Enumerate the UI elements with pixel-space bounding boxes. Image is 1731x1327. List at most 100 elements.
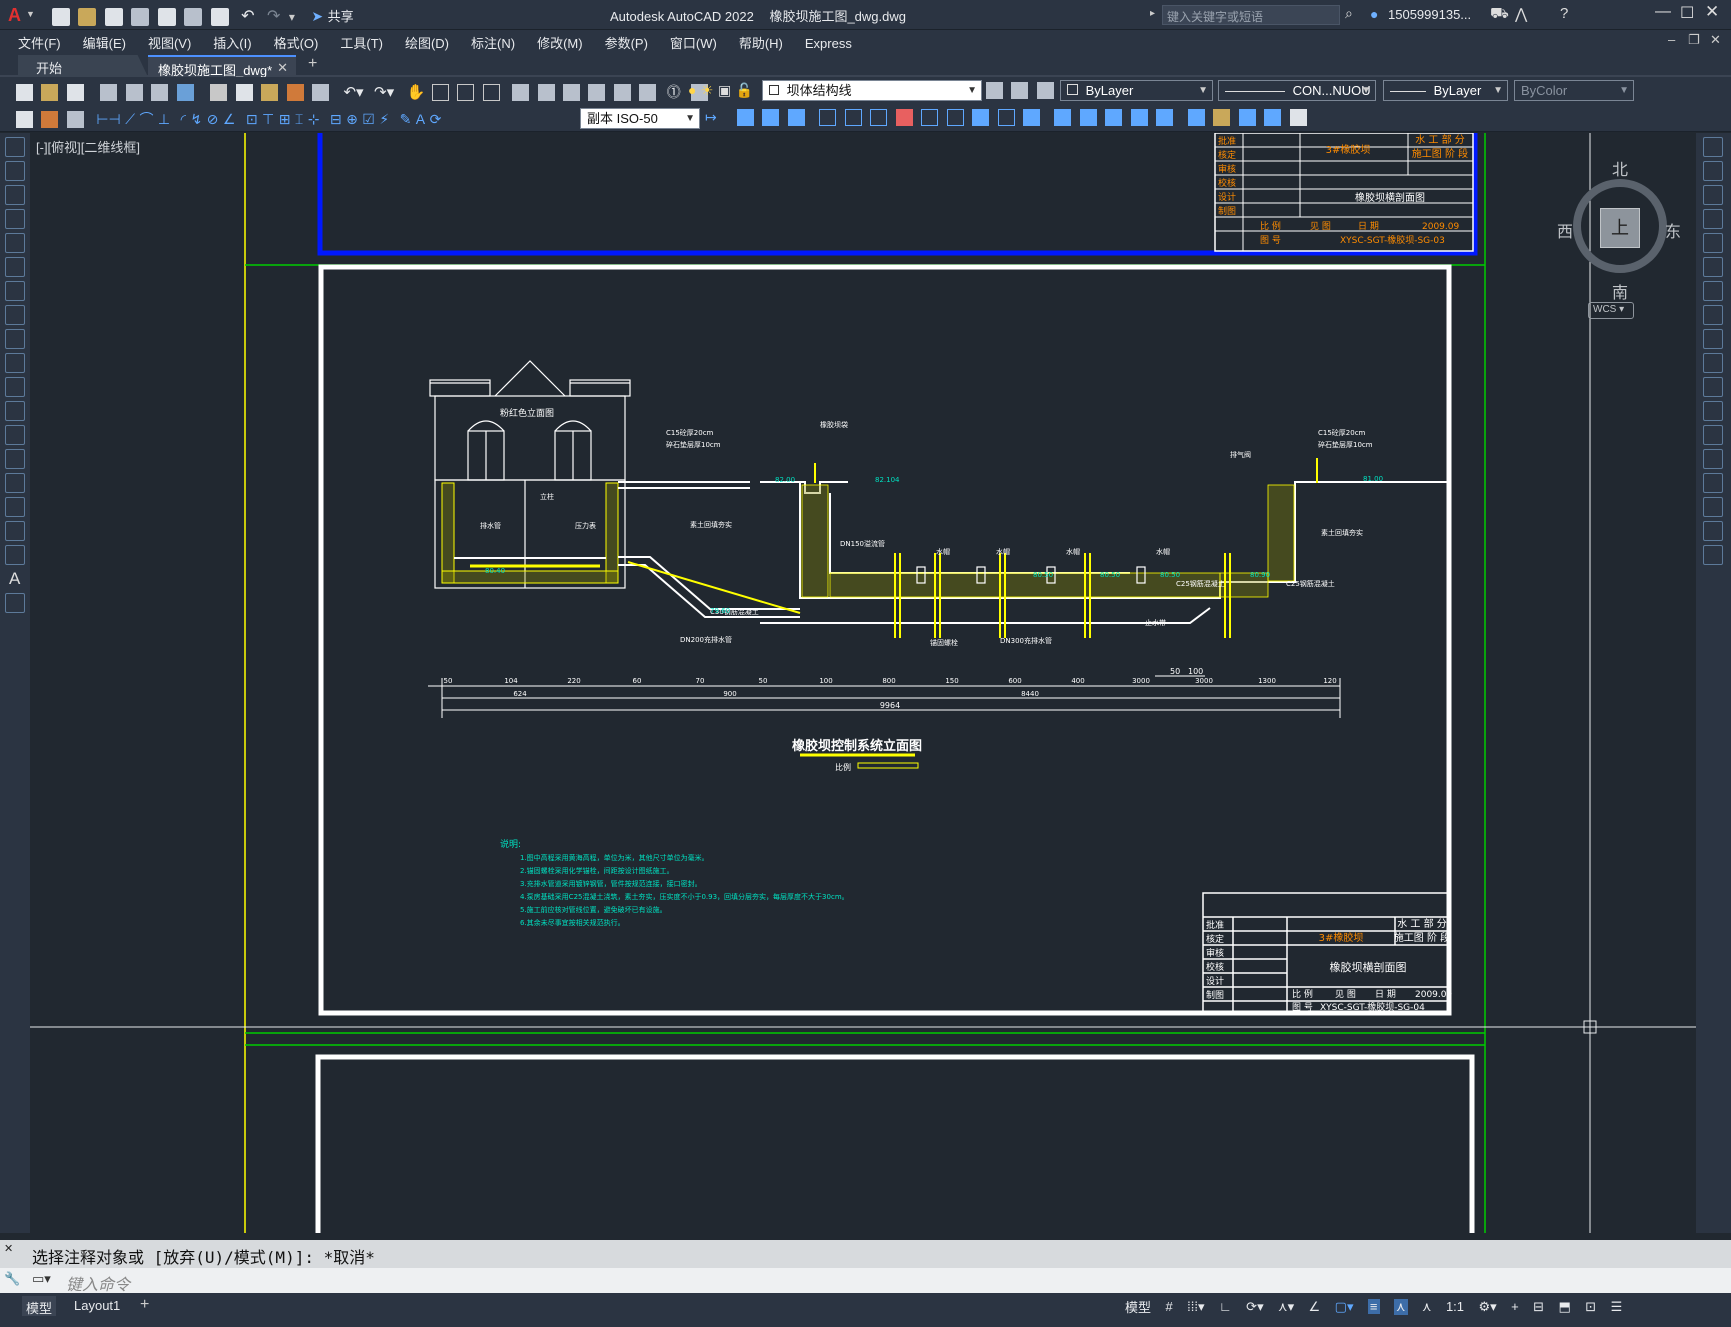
search-input[interactable]: 键入关键字或短语: [1162, 5, 1340, 25]
linetype-dropdown[interactable]: CON...NUOU ▼: [1218, 80, 1376, 101]
side-break-point-icon[interactable]: [1703, 401, 1723, 421]
doc-minimize-icon[interactable]: –: [1668, 32, 1675, 47]
user-name[interactable]: 1505999135...: [1388, 7, 1471, 22]
3dprint-icon[interactable]: [176, 84, 194, 102]
user-icon[interactable]: ●: [1370, 6, 1378, 22]
hatch-icon[interactable]: [5, 473, 25, 493]
lineweight-toggle-icon[interactable]: ≡: [1367, 1299, 1380, 1314]
annotation-scale[interactable]: 1:1: [1446, 1299, 1464, 1314]
menu-item[interactable]: 窗口(W): [670, 33, 717, 52]
multiline-text-icon[interactable]: A: [9, 569, 21, 589]
viewcube-top-face[interactable]: 上: [1600, 208, 1640, 248]
offset-icon[interactable]: [819, 109, 837, 127]
mirror-icon[interactable]: [787, 109, 805, 127]
ellipse-icon[interactable]: [5, 353, 25, 373]
drawing-canvas[interactable]: [-][俯视][二维线框] 批准 核定 审核 校核 设计 制图 3#橡胶坝 水 工 部 分: [30, 133, 1696, 1233]
zoom-window-icon[interactable]: [457, 84, 475, 102]
revcloud-icon[interactable]: [5, 305, 25, 325]
qsave-icon[interactable]: [66, 84, 84, 102]
menu-item[interactable]: 帮助(H): [739, 33, 783, 52]
plotstyle-dropdown[interactable]: ByColor ▼: [1514, 80, 1634, 101]
ellipse-arc-icon[interactable]: [5, 377, 25, 397]
dim-break-icon[interactable]: ⊹: [308, 111, 320, 127]
tab-layout1[interactable]: Layout1: [74, 1298, 120, 1313]
dim-update-icon[interactable]: ⟳: [430, 111, 442, 127]
new-layout-icon[interactable]: +: [140, 1296, 149, 1314]
tb-redo-icon[interactable]: ↷▾: [374, 84, 394, 101]
viewcube-west[interactable]: 西: [1557, 218, 1573, 242]
clean-screen-icon[interactable]: ⊡: [1585, 1299, 1596, 1315]
new-file-icon[interactable]: [52, 7, 70, 26]
baseline-dim-icon[interactable]: ⊤: [262, 111, 274, 127]
side-mirror-icon[interactable]: [1703, 185, 1723, 205]
isolate-icon[interactable]: ⊟: [1533, 1299, 1544, 1315]
side-blend-icon[interactable]: [1703, 521, 1723, 541]
explode-icon[interactable]: [1130, 109, 1148, 127]
tab-close-icon[interactable]: ✕: [277, 60, 288, 76]
move-icon[interactable]: [870, 109, 888, 127]
rotate-icon[interactable]: [895, 109, 913, 127]
fillet-icon[interactable]: [1105, 109, 1123, 127]
tb-undo-icon[interactable]: ↶▾: [343, 84, 363, 101]
redo-icon[interactable]: ↷: [267, 8, 280, 25]
dimstyle-dropdown[interactable]: 副本 ISO-50 ▼: [580, 108, 700, 129]
hardware-accel-icon[interactable]: ⬒: [1559, 1299, 1571, 1315]
osnap-icon[interactable]: ▢▾: [1335, 1299, 1354, 1315]
side-offset-icon[interactable]: [1703, 209, 1723, 229]
annotation-visibility-icon[interactable]: ⋏: [1393, 1298, 1408, 1315]
close-icon[interactable]: ✕: [1705, 2, 1719, 22]
ungroup-icon[interactable]: [1264, 109, 1282, 127]
rectangle-icon[interactable]: [5, 233, 25, 253]
layer-freeze-icon[interactable]: ☀: [701, 82, 714, 98]
side-scale-icon[interactable]: [1703, 305, 1723, 325]
circle-icon[interactable]: [5, 281, 25, 301]
tolerance-icon[interactable]: ⊟: [330, 111, 342, 127]
side-break-icon[interactable]: [1703, 425, 1723, 445]
open-file-icon[interactable]: [78, 7, 97, 26]
layer-state-icon[interactable]: [1036, 82, 1054, 100]
lineweight-dropdown[interactable]: ByLayer ▼: [1383, 80, 1508, 101]
gradient-icon[interactable]: [5, 497, 25, 517]
open-icon[interactable]: [41, 84, 59, 102]
toolpalettes-icon[interactable]: [562, 84, 580, 102]
measure-icon[interactable]: [1289, 109, 1307, 127]
cut-icon[interactable]: [210, 84, 228, 102]
layer-viewport-icon[interactable]: ▣: [718, 82, 731, 98]
matchprop-icon[interactable]: [286, 84, 304, 102]
inspect-icon[interactable]: ☑: [362, 111, 375, 127]
draworder-front-icon[interactable]: [1187, 109, 1205, 127]
minimize-icon[interactable]: —: [1655, 3, 1671, 21]
group-icon[interactable]: [1238, 109, 1256, 127]
share-icon[interactable]: ➤: [311, 8, 323, 24]
qselect-icon[interactable]: [16, 111, 33, 129]
menu-item[interactable]: 参数(P): [605, 33, 648, 52]
center-mark-icon[interactable]: ⊕: [346, 111, 358, 127]
copy-icon[interactable]: [235, 84, 253, 102]
share-label[interactable]: 共享: [328, 9, 354, 24]
menu-item[interactable]: 插入(I): [213, 33, 251, 52]
otrack-icon[interactable]: ∠: [1309, 1299, 1321, 1315]
command-close-icon[interactable]: ✕: [4, 1242, 24, 1255]
zoom-previous-icon[interactable]: [482, 84, 500, 102]
trim-icon[interactable]: [972, 109, 990, 127]
layer-on-icon[interactable]: ●: [688, 82, 696, 98]
search-icon[interactable]: ⌕: [1345, 5, 1353, 22]
snap-icon[interactable]: ⁞⁞⁞▾: [1187, 1299, 1204, 1315]
menu-item[interactable]: 修改(M): [537, 33, 583, 52]
radius-dim-icon[interactable]: ◜: [181, 111, 186, 127]
help-icon[interactable]: ?: [1560, 5, 1568, 22]
side-move-icon[interactable]: [1703, 257, 1723, 277]
isodraft-icon[interactable]: ⋏▾: [1278, 1299, 1294, 1315]
plot-icon[interactable]: [210, 7, 229, 26]
command-input[interactable]: 键入命令: [66, 1271, 130, 1295]
erase-icon[interactable]: [737, 109, 754, 127]
tab-model[interactable]: 模型: [22, 1296, 56, 1316]
diameter-dim-icon[interactable]: ⊘: [207, 111, 219, 127]
dim-text-edit-icon[interactable]: A: [416, 111, 425, 127]
linear-dim-icon[interactable]: ⊢⊣: [96, 111, 120, 127]
viewcube-south[interactable]: 南: [1612, 279, 1628, 303]
sheetset-icon[interactable]: [588, 84, 606, 102]
break-icon[interactable]: [1022, 109, 1040, 127]
tab-start[interactable]: 开始: [18, 55, 148, 77]
designcenter-icon[interactable]: [537, 84, 555, 102]
